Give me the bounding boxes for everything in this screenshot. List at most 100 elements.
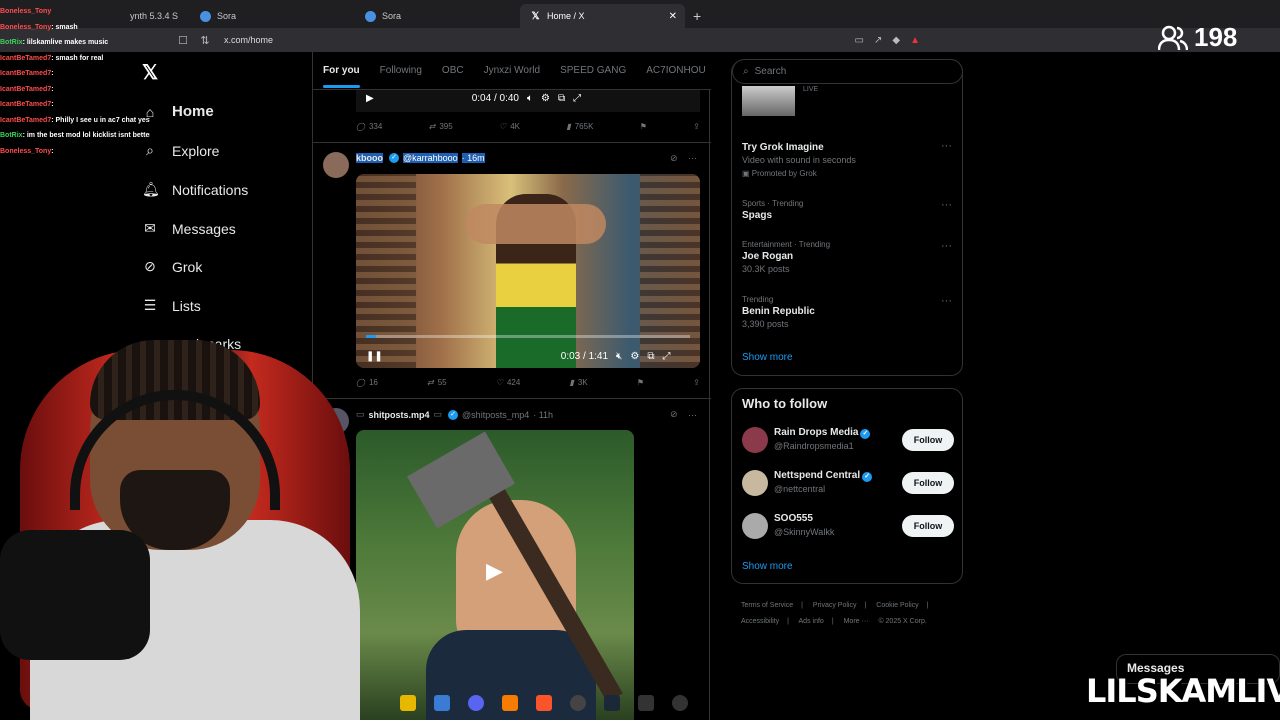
steam-icon[interactable] xyxy=(604,695,620,711)
obs-icon[interactable] xyxy=(570,695,586,711)
url-field[interactable]: x.com/home xyxy=(224,35,273,45)
trend-item[interactable]: Sports · Trending Spags ··· xyxy=(742,199,952,221)
trend-item[interactable]: Entertainment · Trending Joe Rogan 30.3K… xyxy=(742,240,952,274)
search-input[interactable]: ⌕ Search xyxy=(732,59,963,84)
tab-obc[interactable]: OBC xyxy=(442,65,464,76)
shield-icon[interactable]: ◆ xyxy=(892,35,900,46)
new-tab-button[interactable]: + xyxy=(685,4,709,28)
footer-link[interactable]: Cookie Policy xyxy=(876,602,918,609)
avatar[interactable] xyxy=(323,152,349,178)
tab-for-you[interactable]: For you xyxy=(323,65,360,88)
firefox-icon[interactable] xyxy=(502,695,518,711)
like-button[interactable]: ♡ 4K xyxy=(499,122,520,131)
sidebar-item-messages[interactable]: ✉ Messages xyxy=(142,220,236,237)
more-icon[interactable]: ··· xyxy=(688,410,697,420)
pip-icon[interactable]: ⧉ xyxy=(647,351,654,362)
more-icon[interactable]: ··· xyxy=(688,153,697,163)
footer-link[interactable]: Ads info xyxy=(799,618,824,625)
views-button[interactable]: ▮ 3K xyxy=(570,378,588,387)
browser-tab[interactable]: Sora xyxy=(190,4,355,28)
tab-ac7ionhou[interactable]: AC7IONHOU xyxy=(646,65,705,76)
follow-button[interactable]: Follow xyxy=(902,515,954,537)
chat-username[interactable]: IcantBeTamed7 xyxy=(0,117,51,124)
trend-item[interactable]: Trending Benin Republic 3,390 posts ··· xyxy=(742,295,952,329)
volume-icon[interactable]: 🔈︎ xyxy=(527,93,533,104)
bookmark-button[interactable]: ⚑ xyxy=(640,122,647,131)
chat-username[interactable]: BotRix xyxy=(0,39,23,46)
bookmark-button[interactable]: ⚑ xyxy=(637,378,644,387)
follow-button[interactable]: Follow xyxy=(902,429,954,451)
reply-button[interactable]: ◯ 334 xyxy=(356,122,382,131)
sidebar-item-home[interactable]: ⌂ Home xyxy=(142,103,214,120)
views-button[interactable]: ▮ 765K xyxy=(566,122,593,131)
follow-suggestion[interactable]: SOO555 @SkinnyWalkk Follow xyxy=(742,511,954,541)
show-more-follow-link[interactable]: Show more xyxy=(742,561,793,572)
footer-link[interactable]: More ··· xyxy=(844,618,869,625)
play-icon[interactable]: ▶ xyxy=(366,93,374,104)
footer-link[interactable]: Terms of Service xyxy=(741,602,793,609)
author-name[interactable]: kbooo xyxy=(356,153,383,163)
share-icon[interactable]: ↗ xyxy=(874,35,882,46)
pip-icon[interactable]: ⧉ xyxy=(558,93,565,104)
post-time[interactable]: · 11h xyxy=(533,410,553,420)
share-button[interactable]: ⇪ xyxy=(693,122,700,131)
like-button[interactable]: ♡ 424 xyxy=(496,378,521,387)
chat-username[interactable]: Boneless_Tony xyxy=(0,8,51,15)
cast-icon[interactable]: ▭ xyxy=(855,35,864,46)
brave-icon[interactable] xyxy=(536,695,552,711)
more-icon[interactable]: ··· xyxy=(941,140,952,152)
fullscreen-icon[interactable]: ⤢ xyxy=(662,351,670,362)
chat-username[interactable]: BotRix xyxy=(0,132,23,139)
close-tab-icon[interactable]: ✕ xyxy=(669,11,677,22)
tab-speed-gang[interactable]: SPEED GANG xyxy=(560,65,626,76)
more-icon[interactable]: ··· xyxy=(941,295,952,307)
live-thumbnail[interactable] xyxy=(742,86,795,116)
fullscreen-icon[interactable]: ⤢ xyxy=(573,93,581,104)
post-time[interactable]: · 16m xyxy=(461,153,485,163)
sidebar-item-lists[interactable]: ☰ Lists xyxy=(142,297,201,314)
avatar[interactable] xyxy=(742,470,768,496)
footer-link[interactable]: Accessibility xyxy=(741,618,779,625)
chat-username[interactable]: IcantBeTamed7 xyxy=(0,55,51,62)
follow-suggestion[interactable]: Nettspend Central ✓ @nettcentral Follow xyxy=(742,468,954,498)
play-icon[interactable]: ▶ xyxy=(486,558,503,584)
sidebar-item-grok[interactable]: ⊘ Grok xyxy=(142,258,202,275)
repost-button[interactable]: ⇄ 395 xyxy=(429,122,453,131)
grok-icon[interactable]: ⊘ xyxy=(670,153,678,164)
rewards-icon[interactable]: ▲ xyxy=(910,35,920,46)
app-icon[interactable] xyxy=(638,695,654,711)
app-icon[interactable] xyxy=(672,695,688,711)
post2-video[interactable]: ❚❚ 0:03 / 1:41 🔇︎ ⚙ ⧉ ⤢ xyxy=(356,174,700,368)
share-button[interactable]: ⇪ xyxy=(693,378,700,387)
chat-username[interactable]: Boneless_Tony xyxy=(0,24,51,31)
avatar[interactable] xyxy=(742,427,768,453)
chat-username[interactable]: IcantBeTamed7 xyxy=(0,101,51,108)
discord-icon[interactable] xyxy=(468,695,484,711)
author-handle[interactable]: @shitposts_mp4 xyxy=(462,410,529,420)
mute-icon[interactable]: 🔇︎ xyxy=(616,351,622,362)
show-more-trends-link[interactable]: Show more xyxy=(742,352,793,363)
more-icon[interactable]: ··· xyxy=(941,240,952,252)
tab-jynxzi-world[interactable]: Jynxzi World xyxy=(484,65,541,76)
x-home-logo[interactable]: 𝕏 xyxy=(142,60,158,85)
footer-link[interactable]: Privacy Policy xyxy=(813,602,857,609)
video-progress-bar[interactable] xyxy=(366,335,690,338)
chat-username[interactable]: Boneless_Tony xyxy=(0,148,51,155)
chat-username[interactable]: IcantBeTamed7 xyxy=(0,70,51,77)
settings-icon[interactable]: ⚙ xyxy=(630,351,639,362)
store-icon[interactable] xyxy=(434,695,450,711)
repost-button[interactable]: ⇄ 55 xyxy=(427,378,447,387)
trend-item[interactable]: Try Grok Imagine Video with sound in sec… xyxy=(742,140,952,178)
sidebar-item-explore[interactable]: ⌕ Explore xyxy=(142,142,219,159)
site-info-icon[interactable]: ⇅ xyxy=(194,34,216,47)
avatar[interactable] xyxy=(742,513,768,539)
browser-tab[interactable]: Sora xyxy=(355,4,520,28)
grok-icon[interactable]: ⊘ xyxy=(670,409,678,420)
settings-icon[interactable]: ⚙ xyxy=(541,93,550,104)
follow-suggestion[interactable]: Rain Drops Media ✓ @Raindropsmedia1 Follo… xyxy=(742,425,954,455)
bookmark-icon[interactable]: ☐ xyxy=(172,34,194,47)
browser-tab-active[interactable]: 𝕏 Home / X ✕ xyxy=(520,4,685,28)
more-icon[interactable]: ··· xyxy=(941,199,952,211)
tab-following[interactable]: Following xyxy=(380,65,422,76)
follow-button[interactable]: Follow xyxy=(902,472,954,494)
